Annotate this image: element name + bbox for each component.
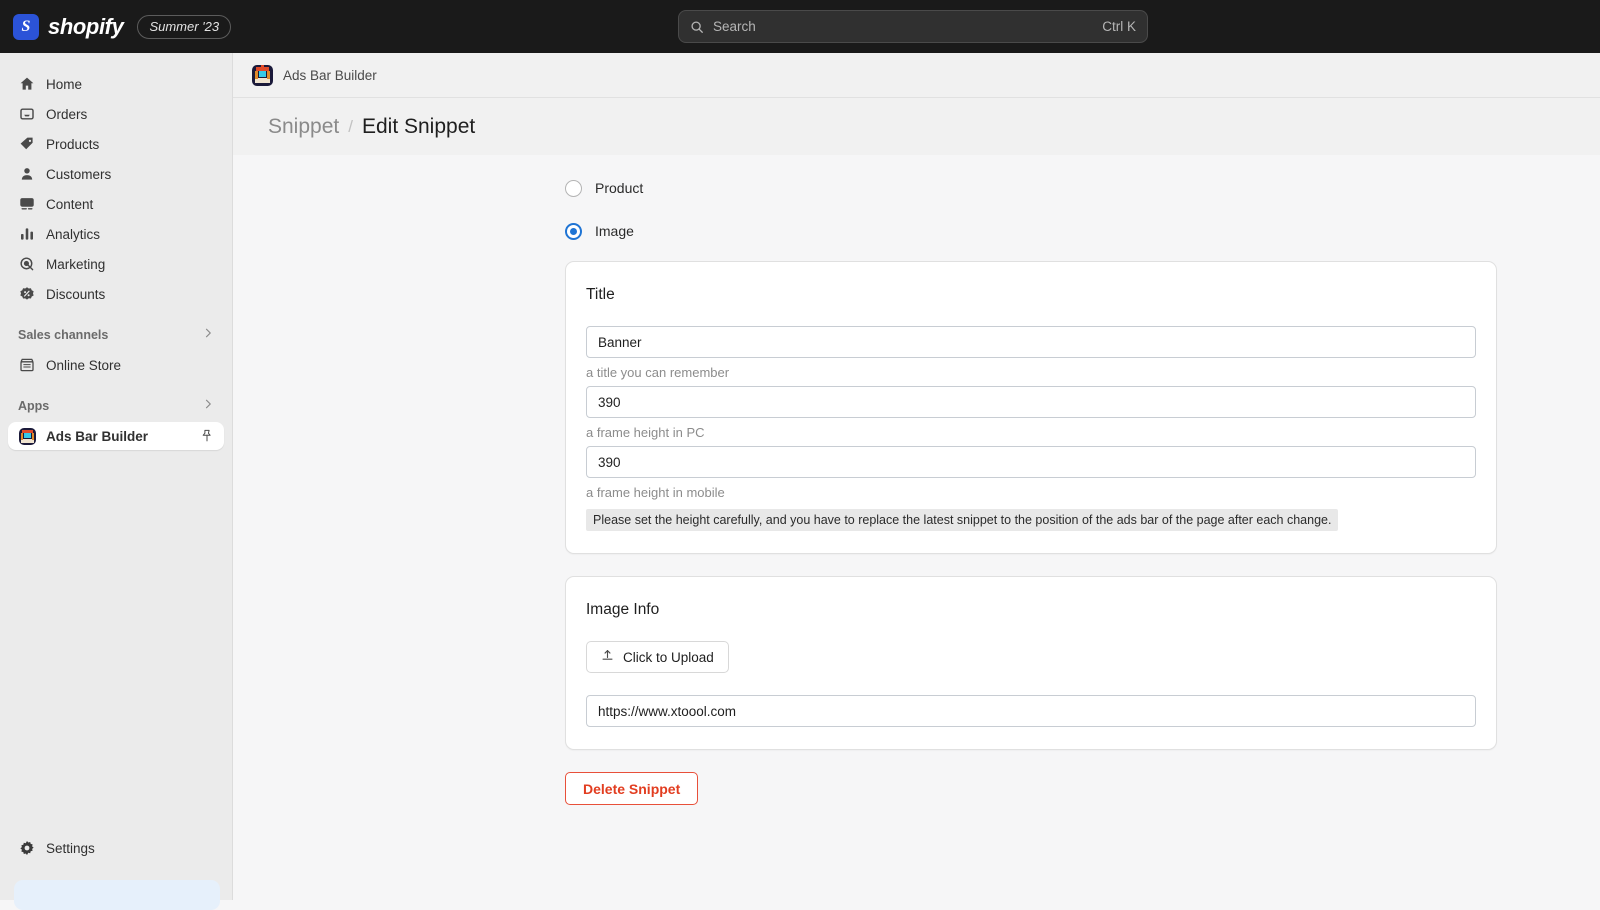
season-badge: Summer '23 — [137, 14, 232, 39]
search-input[interactable]: Search Ctrl K — [678, 10, 1148, 43]
sidebar-item-label: Ads Bar Builder — [46, 428, 149, 444]
chevron-right-icon — [202, 397, 214, 415]
mobile-height-field-help: a frame height in mobile — [586, 485, 725, 500]
title-card-heading: Title — [586, 286, 615, 303]
sidebar-item-analytics[interactable]: Analytics — [8, 220, 224, 248]
ads-bar-builder-app-icon — [18, 427, 36, 445]
brand-name: shopify — [48, 13, 124, 39]
image-info-card: Image Info Click to Upload https://www.x… — [565, 576, 1497, 750]
sidebar-item-discounts[interactable]: Discounts — [8, 280, 224, 308]
content-image-icon — [18, 195, 36, 213]
height-warning-note: Please set the height carefully, and you… — [586, 509, 1339, 531]
sidebar-item-home[interactable]: Home — [8, 70, 224, 98]
chevron-right-icon — [202, 326, 214, 344]
apps-section[interactable]: Apps — [8, 393, 224, 419]
title-field[interactable]: Banner — [586, 326, 1476, 358]
upload-button-label: Click to Upload — [623, 649, 714, 665]
app-header-title: Ads Bar Builder — [283, 67, 377, 83]
customer-person-icon — [18, 165, 36, 183]
apps-label: Apps — [18, 399, 50, 413]
sales-channels-section[interactable]: Sales channels — [8, 322, 224, 348]
sidebar-item-settings[interactable]: Settings — [8, 834, 224, 862]
sidebar-item-label: Online Store — [46, 357, 122, 373]
sidebar-item-label: Orders — [46, 106, 88, 122]
analytics-bars-icon — [18, 225, 36, 243]
radio-image-label: Image — [595, 223, 634, 239]
search-shortcut: Ctrl K — [1102, 19, 1136, 34]
title-card: Title Banner a title you can remember 39… — [565, 261, 1497, 554]
pc-height-field[interactable]: 390 — [586, 386, 1476, 418]
sidebar: Home Orders Products Customers Content A… — [0, 53, 233, 910]
delete-snippet-button[interactable]: Delete Snippet — [565, 772, 699, 805]
search-icon — [690, 20, 704, 34]
breadcrumb-separator: / — [348, 116, 353, 136]
mobile-height-field[interactable]: 390 — [586, 446, 1476, 478]
sidebar-item-ads-bar-builder[interactable]: Ads Bar Builder — [8, 422, 224, 450]
ads-bar-builder-app-icon — [252, 64, 273, 86]
gear-icon — [18, 839, 36, 857]
sidebar-item-label: Customers — [46, 166, 112, 182]
sidebar-item-label: Settings — [46, 840, 95, 856]
radio-product-label: Product — [595, 180, 644, 196]
discount-badge-icon — [18, 285, 36, 303]
online-store-icon — [18, 356, 36, 374]
orders-inbox-icon — [18, 105, 36, 123]
pc-height-field-help: a frame height in PC — [586, 425, 705, 440]
sidebar-item-orders[interactable]: Orders — [8, 100, 224, 128]
sidebar-item-content[interactable]: Content — [8, 190, 224, 218]
sidebar-item-label: Content — [46, 196, 94, 212]
sidebar-item-label: Analytics — [46, 226, 101, 242]
sidebar-item-label: Home — [46, 76, 83, 92]
radio-option-image[interactable]: Image — [565, 218, 1497, 244]
pin-icon[interactable] — [200, 429, 214, 443]
title-field-help: a title you can remember — [586, 365, 730, 380]
home-icon — [18, 75, 36, 93]
main-content: Product Image Title Banner a title you c… — [233, 155, 1600, 900]
sidebar-item-online-store[interactable]: Online Store — [8, 351, 224, 379]
marketing-target-icon — [18, 255, 36, 273]
search-placeholder: Search — [713, 19, 756, 34]
sidebar-item-label: Discounts — [46, 286, 106, 302]
settings-row: Settings — [0, 834, 232, 864]
sidebar-item-products[interactable]: Products — [8, 130, 224, 158]
sidebar-item-label: Products — [46, 136, 100, 152]
shopify-logo-icon: S — [13, 13, 39, 40]
radio-product-indicator[interactable] — [565, 179, 582, 197]
app-header: Ads Bar Builder — [233, 53, 1600, 98]
image-info-heading: Image Info — [586, 601, 660, 618]
sales-channels-label: Sales channels — [18, 328, 109, 342]
sidebar-item-marketing[interactable]: Marketing — [8, 250, 224, 278]
radio-image-indicator[interactable] — [565, 222, 582, 240]
radio-option-product[interactable]: Product — [565, 175, 1497, 201]
form-column: Product Image Title Banner a title you c… — [565, 175, 1497, 805]
click-to-upload-button[interactable]: Click to Upload — [586, 641, 729, 673]
top-bar: S shopify Summer '23 Search Ctrl K — [0, 0, 1600, 53]
upload-icon — [601, 649, 614, 665]
image-url-field[interactable]: https://www.xtoool.com — [586, 695, 1476, 727]
breadcrumb-link-snippet[interactable]: Snippet — [268, 115, 339, 139]
shopify-brand[interactable]: S shopify Summer '23 — [0, 13, 232, 40]
breadcrumb: Snippet / Edit Snippet — [233, 98, 1600, 155]
page-title: Edit Snippet — [361, 114, 476, 138]
bottom-notification-panel[interactable] — [14, 880, 220, 910]
product-tag-icon — [18, 135, 36, 153]
sidebar-item-label: Marketing — [46, 256, 106, 272]
sidebar-item-customers[interactable]: Customers — [8, 160, 224, 188]
